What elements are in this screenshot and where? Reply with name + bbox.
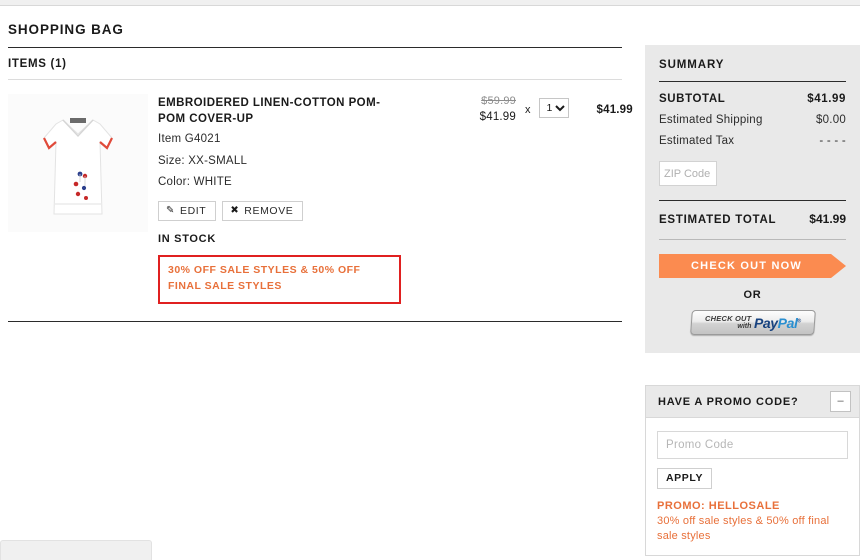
product-color: Color: WHITE [158,176,232,189]
summary-row-shipping: Estimated Shipping $0.00 [659,107,846,128]
paypal-logo-pay: Pay [753,314,778,331]
promo-code-input[interactable] [657,431,848,459]
item-actions: ✎ EDIT ✖ REMOVE [158,200,622,222]
line-item-total: $41.99 [596,104,633,116]
applied-promo: PROMO: HELLOSALE 30% off sale styles & 5… [657,500,848,546]
pencil-icon: ✎ [166,205,175,217]
checkout-now-button[interactable]: CHECK OUT NOW [659,254,846,278]
shipping-label: Estimated Shipping [659,114,763,126]
subtotal-label: SUBTOTAL [659,93,726,105]
tax-label: Estimated Tax [659,135,735,147]
estimated-total-value: $41.99 [809,212,846,226]
summary-row-subtotal: SUBTOTAL $41.99 [659,82,846,107]
original-price: $59.99 [481,95,516,107]
stock-status: IN STOCK [158,233,216,246]
promo-panel-header[interactable]: HAVE A PROMO CODE? – [646,386,859,418]
chat-widget-tab[interactable] [0,540,152,560]
product-name[interactable]: EMBROIDERED LINEN-COTTON POM-POM COVER-U… [158,96,390,127]
edit-button[interactable]: ✎ EDIT [158,200,217,222]
checkout-divider [659,239,846,240]
item-bottom-divider [8,320,622,322]
edit-button-label: EDIT [179,204,207,217]
order-sidebar: SUMMARY SUBTOTAL $41.99 Estimated Shippi… [645,6,860,557]
sale-price: $41.99 [479,111,516,123]
estimated-total-row: ESTIMATED TOTAL $41.99 [659,201,846,239]
product-info: EMBROIDERED LINEN-COTTON POM-POM COVER-U… [148,94,622,304]
product-item-number: Item G4021 [158,133,221,146]
page-title: SHOPPING BAG [8,22,124,37]
cart-item-row: EMBROIDERED LINEN-COTTON POM-POM COVER-U… [8,80,633,304]
item-promo-line1: 30% OFF SALE STYLES & 50% OFF [168,264,361,277]
close-icon: ✖ [230,205,240,217]
paypal-checkout-text: CHECK OUT with [704,314,751,330]
items-header: ITEMS (1) [8,58,67,70]
applied-promo-description: 30% off sale styles & 50% off final sale… [657,514,830,543]
collapse-minus-icon[interactable]: – [830,391,851,412]
zip-code-input[interactable] [659,161,717,186]
summary-row-tax: Estimated Tax - - - - [659,128,846,149]
quantity-select[interactable]: 1 [538,98,569,118]
summary-panel: SUMMARY SUBTOTAL $41.99 Estimated Shippi… [645,45,860,353]
checkout-now-label: CHECK OUT NOW [691,260,802,272]
product-thumbnail[interactable] [8,94,148,232]
summary-title: SUMMARY [659,59,725,71]
paypal-area: CHECK OUT with PayPal® [659,310,846,335]
multiply-symbol: x [525,104,531,116]
product-size: Size: XX-SMALL [158,154,248,167]
shipping-value: $0.00 [815,114,846,126]
applied-promo-code: PROMO: HELLOSALE [657,499,780,512]
promo-code-panel: HAVE A PROMO CODE? – APPLY PROMO: HELLOS… [645,385,860,557]
paypal-line2: with [736,322,751,330]
estimated-total-label: ESTIMATED TOTAL [659,214,777,226]
paypal-trademark: ® [797,317,801,324]
tax-value: - - - - [819,135,846,147]
apply-promo-button[interactable]: APPLY [657,468,713,489]
price-quantity-block: $59.99 $41.99 x 1 $41.99 [468,94,638,123]
item-promo-line2: FINAL SALE STYLES [168,280,282,293]
item-promo-callout: 30% OFF SALE STYLES & 50% OFF FINAL SALE… [158,255,401,304]
remove-button-label: REMOVE [244,204,294,217]
paypal-logo: PayPal® [754,315,801,331]
or-separator: OR [743,289,762,301]
paypal-line1: CHECK OUT [704,314,751,324]
remove-button[interactable]: ✖ REMOVE [222,200,304,222]
paypal-checkout-button[interactable]: CHECK OUT with PayPal® [689,310,816,335]
unit-price: $59.99 $41.99 [468,94,516,123]
paypal-logo-pal: Pal [777,314,798,331]
shopping-bag-main: SHOPPING BAG ITEMS (1) EMBROIDERED LINEN… [0,6,633,560]
promo-panel-title: HAVE A PROMO CODE? [658,395,799,408]
promo-panel-body: APPLY PROMO: HELLOSALE 30% off sale styl… [646,418,859,555]
subtotal-value: $41.99 [807,93,846,105]
